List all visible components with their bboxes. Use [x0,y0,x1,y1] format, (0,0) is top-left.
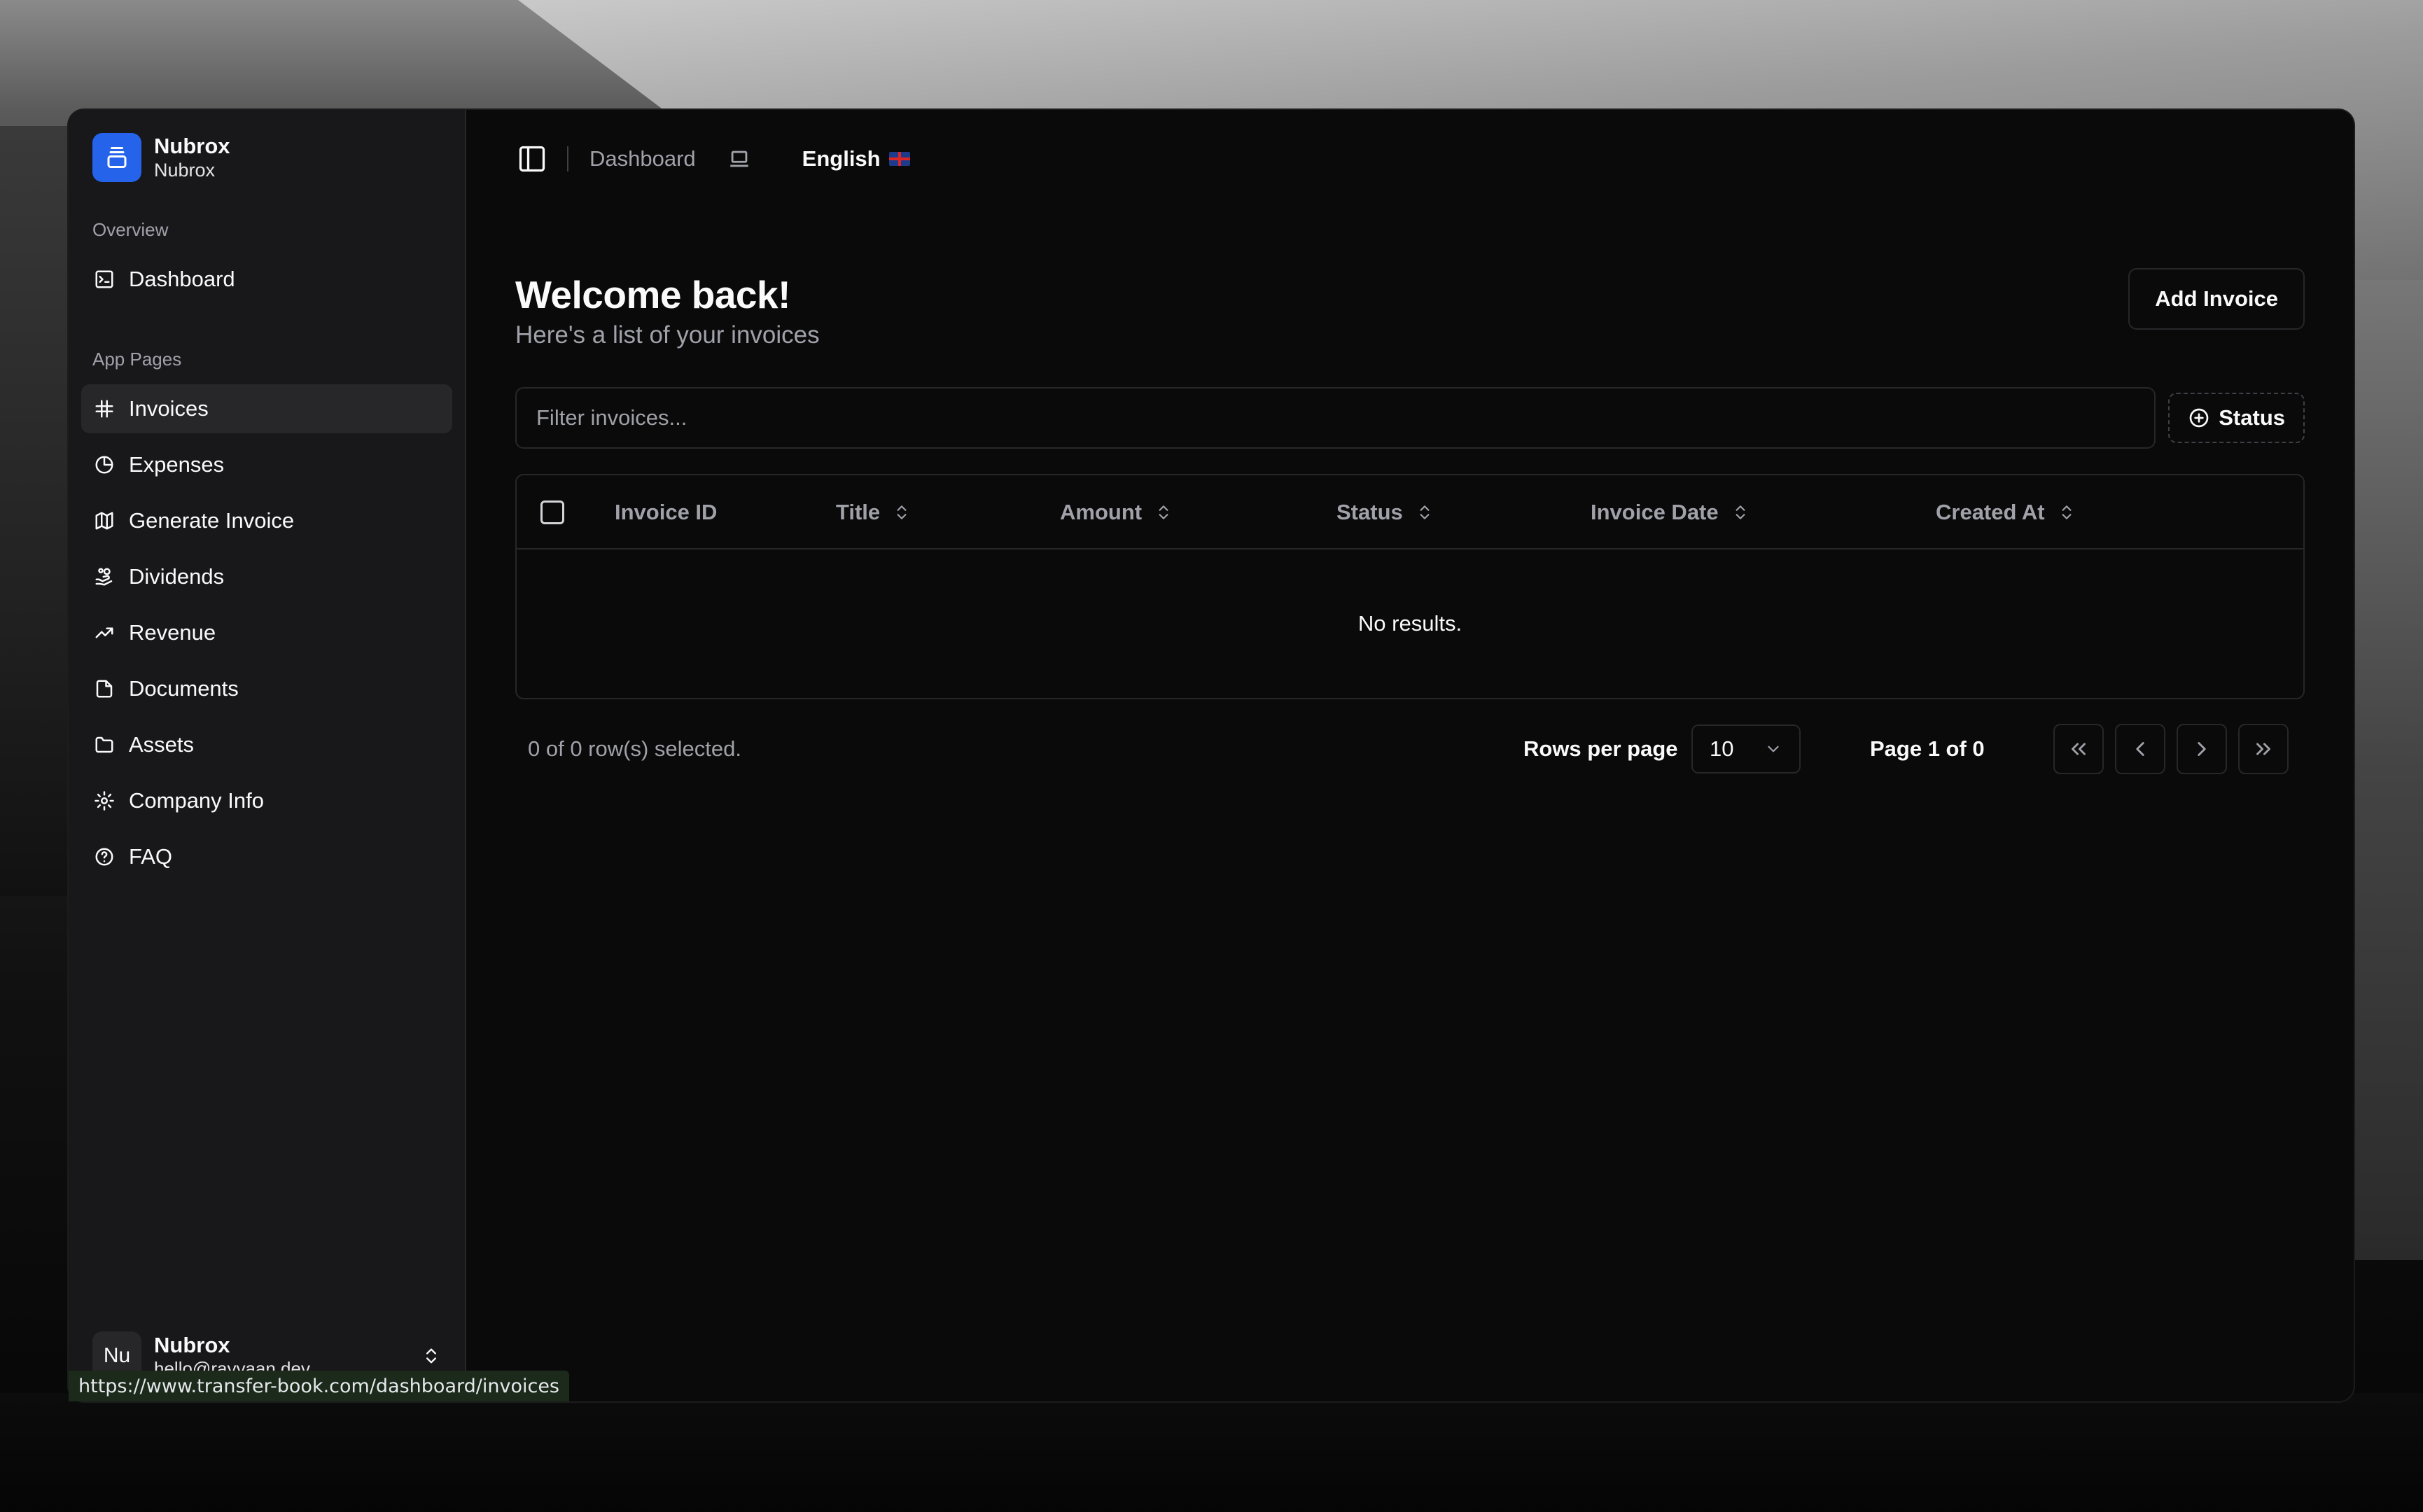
sidebar-item-label: Documents [129,676,239,701]
sidebar-item-company-info[interactable]: Company Info [81,776,452,825]
brand-name: Nubrox [154,134,230,159]
pie-chart-icon [92,453,116,477]
trending-up-icon [92,621,116,645]
app-window: Nubrox Nubrox Overview Dashboard App Pag… [69,110,2354,1401]
user-name: Nubrox [154,1332,230,1357]
sort-icon [1731,503,1750,522]
add-invoice-button[interactable]: Add Invoice [2128,268,2305,330]
chevron-down-icon [1764,740,1782,758]
selected-rows-count: 0 of 0 row(s) selected. [528,736,741,761]
sidebar-item-assets[interactable]: Assets [81,720,452,769]
plus-circle-icon [2188,407,2210,429]
hash-icon [92,397,116,421]
divider [567,146,568,172]
sidebar-item-invoices[interactable]: Invoices [81,384,452,433]
sort-icon [2058,503,2076,522]
group-label-overview: Overview [92,219,169,240]
column-label: Created At [1936,500,2045,524]
sidebar-item-label: Expenses [129,452,225,477]
column-header-title[interactable]: Title [836,475,911,550]
sidebar-toggle-button[interactable] [515,142,549,176]
uk-flag-icon [888,152,910,166]
sidebar-item-label: Company Info [129,788,264,813]
status-filter-label: Status [2219,405,2285,430]
column-label: Title [836,500,881,524]
sidebar: Nubrox Nubrox Overview Dashboard App Pag… [69,110,466,1401]
chevrons-up-down-icon [421,1346,441,1366]
sidebar-item-label: Assets [129,732,195,757]
sidebar-item-label: FAQ [129,844,173,869]
sidebar-item-expenses[interactable]: Expenses [81,440,452,489]
sidebar-item-label: Dividends [129,564,225,589]
sidebar-item-dividends[interactable]: Dividends [81,552,452,601]
chevrons-right-icon [2251,737,2275,761]
group-label-app-pages: App Pages [92,349,182,370]
language-switcher[interactable]: English [802,146,910,172]
column-label: Status [1336,500,1403,524]
laptop-icon[interactable] [725,145,753,173]
sort-icon [893,503,911,522]
column-header-invoice-id: Invoice ID [615,475,717,550]
topbar: Dashboard English [515,110,2305,208]
page-subtitle: Here's a list of your invoices [515,321,820,349]
rows-per-page-select[interactable]: 10 [1691,724,1801,774]
last-page-button[interactable] [2238,724,2289,774]
next-page-button[interactable] [2177,724,2227,774]
table-header: Invoice ID Title Amount Status Invoice D… [517,475,2303,550]
sort-icon [1416,503,1434,522]
sidebar-item-documents[interactable]: Documents [81,664,452,713]
rows-per-page-value: 10 [1710,736,1734,761]
sort-icon [1154,503,1173,522]
sidebar-item-revenue[interactable]: Revenue [81,608,452,657]
map-icon [92,509,116,533]
pagination-bar: 0 of 0 row(s) selected. Rows per page 10… [515,724,2305,774]
sidebar-item-dashboard[interactable]: Dashboard [81,255,452,304]
status-filter-button[interactable]: Status [2168,393,2305,443]
sidebar-item-label: Generate Invoice [129,508,295,533]
column-header-status[interactable]: Status [1336,475,1434,550]
help-circle-icon [92,845,116,869]
column-label: Invoice Date [1591,500,1719,524]
column-header-invoice-date[interactable]: Invoice Date [1591,475,1750,550]
select-all-checkbox-cell[interactable] [540,475,564,550]
sidebar-item-faq[interactable]: FAQ [81,832,452,881]
first-page-button[interactable] [2053,724,2104,774]
rows-per-page-label: Rows per page [1523,736,1678,761]
chevron-right-icon [2190,737,2214,761]
column-header-amount[interactable]: Amount [1060,475,1173,550]
column-label: Invoice ID [615,500,718,524]
brand-subtitle: Nubrox [154,160,216,181]
select-all-checkbox[interactable] [540,500,564,524]
chevron-left-icon [2128,737,2152,761]
dashboard-icon [92,267,116,291]
wallpaper-shape [0,1393,2423,1512]
empty-state-text: No results. [1357,611,1462,636]
column-label: Amount [1060,500,1143,524]
language-label: English [802,146,881,171]
column-header-created-at[interactable]: Created At [1936,475,2076,550]
sidebar-item-label: Invoices [129,396,209,421]
filter-invoices-input[interactable] [515,387,2156,449]
brand-logo-icon [92,133,141,182]
folder-icon [92,733,116,757]
sidebar-item-label: Dashboard [129,267,235,291]
status-bar-url: https://www.transfer-book.com/dashboard/… [69,1371,569,1401]
table-body: No results. [517,550,2303,698]
main-content: Dashboard English Welcome back! Here's a… [466,110,2354,1401]
sidebar-item-label: Revenue [129,620,216,645]
team-switcher[interactable]: Nubrox Nubrox [81,132,452,183]
page-indicator: Page 1 of 0 [1870,736,1985,761]
hand-coins-icon [92,565,116,589]
chevrons-left-icon [2067,737,2090,761]
page-title: Welcome back! [515,273,790,316]
sidebar-item-generate-invoice[interactable]: Generate Invoice [81,496,452,545]
invoices-table: Invoice ID Title Amount Status Invoice D… [515,474,2305,699]
file-icon [92,677,116,701]
gear-icon [92,789,116,813]
previous-page-button[interactable] [2115,724,2165,774]
breadcrumb[interactable]: Dashboard [589,146,696,172]
